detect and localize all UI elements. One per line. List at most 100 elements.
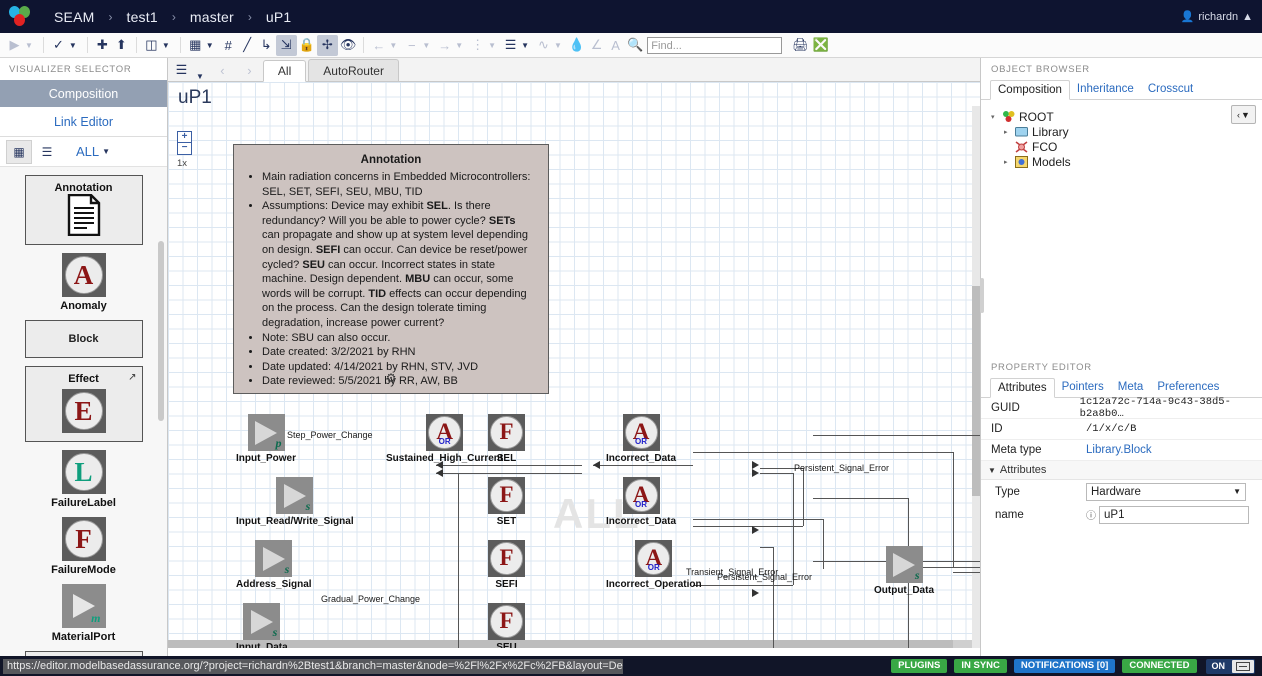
grid-dropdown-caret[interactable]: ▼ [205, 41, 219, 50]
palette-item-anomaly[interactable]: A Anomaly [9, 253, 159, 312]
palette-item-effect[interactable]: ↗ Effect E [9, 366, 159, 442]
diagram-canvas[interactable]: uP1 + − 1x ALL Annotation Main radiation… [168, 82, 980, 648]
run-dropdown-caret[interactable]: ▼ [24, 41, 38, 50]
canvas-horizontal-scrollbar[interactable] [168, 640, 980, 648]
tab-inheritance[interactable]: Inheritance [1070, 79, 1141, 99]
visualizer-item-link-editor[interactable]: Link Editor [0, 107, 167, 137]
tab-crosscut[interactable]: Crosscut [1141, 79, 1200, 99]
hash-grid-icon[interactable]: # [219, 35, 238, 56]
palette-item-failuremode[interactable]: F FailureMode [9, 517, 159, 576]
upload-circle-icon[interactable]: ⬆ [112, 35, 131, 56]
nav-back-icon[interactable]: ‹ [209, 59, 236, 81]
status-badge-plugins[interactable]: PLUGINS [891, 659, 948, 673]
reset-icon[interactable]: ⓘ [1086, 507, 1096, 522]
auto-route-icon[interactable]: ⇲ [275, 34, 297, 56]
split-panel-icon[interactable]: ◫ [142, 35, 161, 56]
status-toggle[interactable]: ON [1205, 658, 1255, 674]
node-set[interactable]: F SET [488, 477, 525, 527]
property-value[interactable]: Library.Block [1086, 444, 1152, 456]
clear-icon[interactable]: ❎ [811, 35, 831, 56]
node-incorrect-operation[interactable]: A OR Incorrect_Operation [606, 540, 702, 590]
print-icon[interactable]: 🖨 [790, 35, 811, 56]
user-menu[interactable]: 👤 richardn ▲ [1181, 10, 1253, 24]
type-select[interactable]: Hardware ▼ [1086, 482, 1246, 501]
nav-forward-icon[interactable]: › [236, 59, 263, 81]
grid-icon[interactable]: ▦ [186, 35, 205, 56]
palette-filter-label[interactable]: ALL [76, 144, 99, 159]
aspect-menu-icon[interactable]: ☰ [168, 59, 195, 81]
external-link-icon[interactable]: ↗ [128, 372, 136, 383]
tree-item-library[interactable]: ▸ Library [991, 124, 1262, 139]
tree-expand-arrow[interactable]: ▾ [991, 113, 1001, 121]
curve-caret[interactable]: ▼ [553, 41, 567, 50]
eye-visibility-icon[interactable]: 👁 [338, 35, 359, 56]
split-dropdown-caret[interactable]: ▼ [161, 41, 175, 50]
curve-icon[interactable]: ∿ [534, 35, 553, 56]
search-icon[interactable]: 🔍 [625, 35, 645, 56]
find-input[interactable]: Find... [647, 36, 783, 54]
palette-item-failurelabel[interactable]: L FailureLabel [9, 450, 159, 509]
gear-icon[interactable]: ⚙ [386, 371, 397, 385]
align-left-icon[interactable]: ← [369, 35, 388, 56]
panel-resize-handle[interactable] [980, 278, 984, 313]
diagonal-line-icon[interactable]: ╱ [238, 35, 257, 56]
layers-caret[interactable]: ▼ [520, 41, 534, 50]
align-right-caret[interactable]: ▼ [454, 41, 468, 50]
fill-color-icon[interactable]: 💧 [567, 35, 587, 56]
node-seu[interactable]: F SEU [488, 603, 525, 648]
attributes-section-header[interactable]: ▼ Attributes [981, 461, 1262, 480]
pan-icon[interactable]: ✢ [316, 34, 338, 56]
node-input-read-write-signal[interactable]: s Input_Read/Write_Signal [236, 477, 354, 527]
node-sefi[interactable]: F SEFI [488, 540, 525, 590]
run-icon[interactable]: ▶ [5, 35, 24, 56]
angle-icon[interactable]: ∠ [587, 35, 606, 56]
tree-item-models[interactable]: ▸ Models [991, 154, 1262, 169]
distribute-caret[interactable]: ▼ [487, 41, 501, 50]
tab-composition[interactable]: Composition [990, 80, 1070, 100]
elbow-route-icon[interactable]: ↳ [257, 35, 276, 56]
visualizer-item-composition[interactable]: Composition [0, 80, 167, 107]
tree-item-fco[interactable]: FCO [991, 139, 1262, 154]
grid-view-icon[interactable]: ▦ [6, 139, 32, 164]
palette-item-block[interactable]: Block [9, 320, 159, 358]
name-input[interactable]: uP1 [1099, 505, 1249, 524]
tab-all[interactable]: All [262, 60, 307, 82]
node-input-data[interactable]: s Input_Data [236, 603, 288, 648]
node-output-data[interactable]: s Output_Data [874, 546, 934, 596]
node-address-signal[interactable]: s Address_Signal [236, 540, 312, 590]
tree-expand-arrow[interactable]: ▸ [1004, 128, 1014, 136]
align-center-caret[interactable]: ▼ [421, 41, 435, 50]
tab-meta[interactable]: Meta [1111, 377, 1151, 397]
breadcrumb-item-project[interactable]: test1 [123, 9, 160, 25]
status-badge-notifications[interactable]: NOTIFICATIONS [0] [1013, 659, 1116, 673]
node-incorrect-data-2[interactable]: A OR Incorrect_Data [606, 477, 676, 527]
annotation-box[interactable]: Annotation Main radiation concerns in Em… [233, 144, 549, 394]
node-sustained-high-current[interactable]: A OR Sustained_High_Current [386, 414, 503, 464]
tab-preferences[interactable]: Preferences [1150, 377, 1226, 397]
layers-icon[interactable]: ☰ [501, 35, 520, 56]
node-sel[interactable]: F SEL [488, 414, 525, 464]
seam-logo[interactable] [8, 5, 38, 28]
palette-item-annotation[interactable]: Annotation [9, 175, 159, 245]
palette-filter-caret[interactable]: ▼ [101, 147, 115, 156]
breadcrumb-item-node[interactable]: uP1 [263, 9, 295, 25]
tab-attributes[interactable]: Attributes [990, 378, 1055, 398]
tree-expand-arrow[interactable]: ▸ [1004, 158, 1014, 166]
aspect-menu-caret[interactable]: ▼ [195, 72, 209, 81]
status-badge-connected[interactable]: CONNECTED [1122, 659, 1197, 673]
breadcrumb-item-branch[interactable]: master [187, 9, 237, 25]
filter-icon[interactable]: ‹ ▼ [1231, 105, 1256, 124]
tab-pointers[interactable]: Pointers [1055, 377, 1111, 397]
align-center-icon[interactable]: − [402, 35, 421, 56]
palette-scrollbar[interactable] [158, 241, 164, 421]
move-icon[interactable]: ✚ [93, 35, 112, 56]
align-right-icon[interactable]: → [435, 35, 454, 56]
align-left-caret[interactable]: ▼ [388, 41, 402, 50]
text-style-icon[interactable]: A [606, 35, 625, 56]
node-incorrect-data-1[interactable]: A OR Incorrect_Data [606, 414, 676, 464]
lock-icon[interactable]: 🔒 [297, 35, 317, 56]
list-view-icon[interactable]: ☰ [34, 140, 60, 164]
status-badge-in-sync[interactable]: IN SYNC [954, 659, 1007, 673]
zoom-out-button[interactable]: − [177, 143, 192, 155]
distribute-icon[interactable]: ⋮ [468, 35, 487, 56]
